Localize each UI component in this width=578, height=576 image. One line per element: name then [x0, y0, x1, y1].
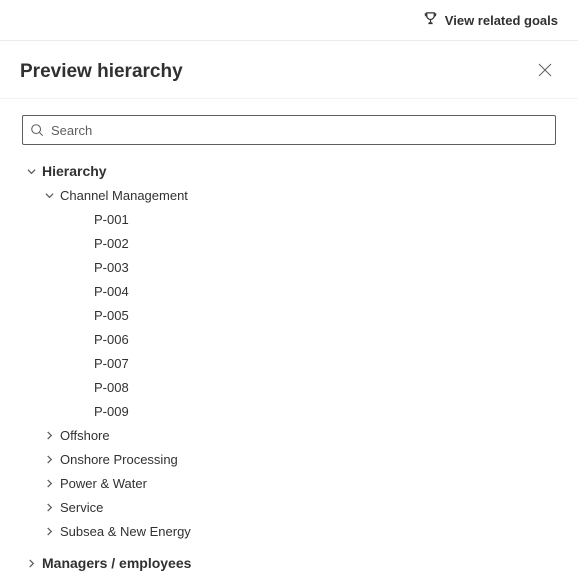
tree-item-label: P-008 — [94, 380, 129, 395]
close-button[interactable] — [534, 59, 556, 84]
tree-item-label: P-009 — [94, 404, 129, 419]
tree-item-label: Subsea & New Energy — [60, 524, 191, 539]
tree-item-label: P-007 — [94, 356, 129, 371]
tree-item-p-009[interactable]: P-009 — [22, 399, 556, 423]
chevron-right-icon[interactable] — [42, 527, 56, 536]
search-input[interactable] — [22, 115, 556, 145]
view-related-goals-button[interactable]: View related goals — [423, 11, 558, 29]
chevron-right-icon[interactable] — [42, 479, 56, 488]
tree-item-label: P-006 — [94, 332, 129, 347]
chevron-down-icon[interactable] — [42, 191, 56, 200]
tree-item-p-007[interactable]: P-007 — [22, 351, 556, 375]
preview-hierarchy-panel: Preview hierarchy Hierarchy Channel Manag… — [0, 40, 578, 575]
hierarchy-tree: HierarchyChannel Management P-001 P-002 … — [22, 159, 556, 575]
tree-item-label: Offshore — [60, 428, 110, 443]
tree-section-hierarchy[interactable]: Hierarchy — [22, 159, 556, 183]
tree-item-label: Onshore Processing — [60, 452, 178, 467]
view-related-goals-label: View related goals — [445, 13, 558, 28]
tree-item-p-006[interactable]: P-006 — [22, 327, 556, 351]
tree-item-p-002[interactable]: P-002 — [22, 231, 556, 255]
tree-item-power-water[interactable]: Power & Water — [22, 471, 556, 495]
tree-item-p-005[interactable]: P-005 — [22, 303, 556, 327]
tree-item-p-001[interactable]: P-001 — [22, 207, 556, 231]
tree-item-label: Power & Water — [60, 476, 147, 491]
close-icon — [538, 64, 552, 81]
chevron-right-icon[interactable] — [42, 455, 56, 464]
panel-title: Preview hierarchy — [20, 61, 183, 83]
tree-item-label: Channel Management — [60, 188, 188, 203]
chevron-down-icon[interactable] — [24, 167, 38, 176]
tree-item-p-008[interactable]: P-008 — [22, 375, 556, 399]
tree-item-offshore[interactable]: Offshore — [22, 423, 556, 447]
tree-item-label: P-002 — [94, 236, 129, 251]
chevron-right-icon[interactable] — [24, 559, 38, 568]
tree-item-service[interactable]: Service — [22, 495, 556, 519]
search-wrap — [22, 115, 556, 145]
tree-item-label: P-004 — [94, 284, 129, 299]
top-bar: View related goals — [0, 0, 578, 40]
tree-item-p-004[interactable]: P-004 — [22, 279, 556, 303]
tree-item-p-003[interactable]: P-003 — [22, 255, 556, 279]
tree-item-label: Hierarchy — [42, 163, 107, 179]
panel-body: HierarchyChannel Management P-001 P-002 … — [0, 99, 578, 575]
panel-header: Preview hierarchy — [0, 41, 578, 99]
chevron-right-icon[interactable] — [42, 503, 56, 512]
tree-item-label: Service — [60, 500, 103, 515]
tree-section-managers-employees[interactable]: Managers / employees — [22, 551, 556, 575]
trophy-icon — [423, 11, 438, 29]
tree-item-subsea-new-energy[interactable]: Subsea & New Energy — [22, 519, 556, 543]
tree-item-label: P-003 — [94, 260, 129, 275]
tree-item-label: P-001 — [94, 212, 129, 227]
tree-item-onshore-processing[interactable]: Onshore Processing — [22, 447, 556, 471]
tree-item-channel-management[interactable]: Channel Management — [22, 183, 556, 207]
tree-item-label: P-005 — [94, 308, 129, 323]
chevron-right-icon[interactable] — [42, 431, 56, 440]
tree-item-label: Managers / employees — [42, 555, 191, 571]
